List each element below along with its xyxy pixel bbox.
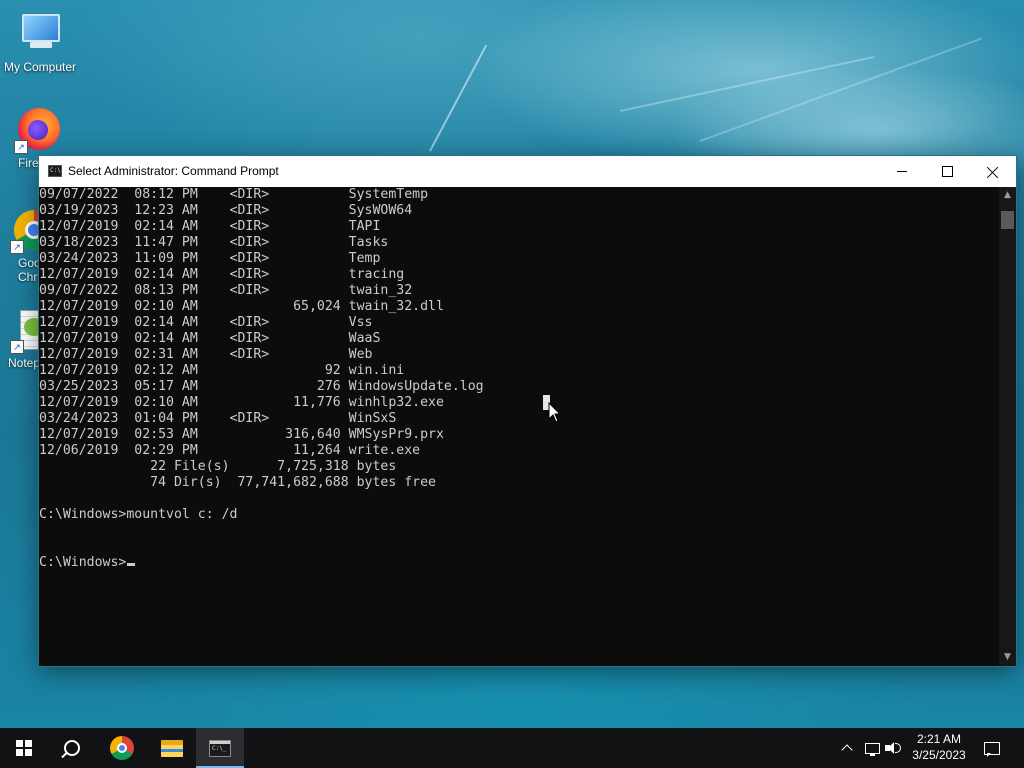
volume-button[interactable] xyxy=(884,728,904,768)
console-line: 12/07/2019 02:10 AM 11,776 winhlp32.exe xyxy=(39,395,444,410)
command-prompt-icon: C:\_ xyxy=(209,739,231,757)
console-output[interactable]: 09/07/2022 08:12 PM <DIR> SystemTemp 03/1… xyxy=(39,187,998,666)
file-explorer-icon xyxy=(161,739,183,757)
console-line: 12/07/2019 02:31 AM <DIR> Web xyxy=(39,347,373,362)
console-line: 12/07/2019 02:10 AM 65,024 twain_32.dll xyxy=(39,299,444,314)
scroll-down-arrow-icon[interactable]: ▼ xyxy=(999,649,1016,666)
console-line: 03/18/2023 11:47 PM <DIR> Tasks xyxy=(39,235,389,250)
console-line: 03/19/2023 12:23 AM <DIR> SysWOW64 xyxy=(39,203,413,218)
console-line: 03/25/2023 05:17 AM 276 WindowsUpdate.lo… xyxy=(39,379,484,394)
console-line: 09/07/2022 08:12 PM <DIR> SystemTemp xyxy=(39,187,429,202)
text-cursor xyxy=(127,563,136,566)
shortcut-arrow-icon: ↗ xyxy=(14,140,28,154)
console-line: 12/07/2019 02:12 AM 92 win.ini xyxy=(39,363,405,378)
taskbar-google-chrome[interactable] xyxy=(98,728,146,768)
shortcut-arrow-icon: ↗ xyxy=(10,240,24,254)
command-prompt-icon[interactable] xyxy=(48,165,62,177)
close-button[interactable] xyxy=(970,156,1016,187)
console-line: 09/07/2022 08:13 PM <DIR> twain_32 xyxy=(39,283,413,298)
clock-time: 2:21 AM xyxy=(916,732,962,746)
console-line: 03/24/2023 11:09 PM <DIR> Temp xyxy=(39,251,381,266)
notifications-button[interactable] xyxy=(978,728,1006,768)
console-line: 12/07/2019 02:14 AM <DIR> WaaS xyxy=(39,331,381,346)
maximize-button[interactable] xyxy=(924,156,970,187)
network-icon xyxy=(864,742,880,756)
close-icon xyxy=(987,166,999,178)
maximize-icon xyxy=(941,166,953,177)
minimize-icon xyxy=(897,171,907,172)
console-line: 12/06/2019 02:29 PM 11,264 write.exe xyxy=(39,443,421,458)
taskbar-file-explorer[interactable] xyxy=(148,728,196,768)
clock-date: 3/25/2023 xyxy=(912,748,966,762)
shortcut-arrow-icon: ↗ xyxy=(10,340,24,354)
google-chrome-icon xyxy=(110,736,134,760)
vertical-scrollbar[interactable]: ▲ ▼ xyxy=(999,187,1016,666)
console-line: 12/07/2019 02:14 AM <DIR> Vss xyxy=(39,315,373,330)
window-titlebar[interactable]: Select Administrator: Command Prompt xyxy=(39,156,1016,187)
console-line: C:\Windows> xyxy=(39,555,998,571)
computer-icon xyxy=(16,10,64,58)
console-line: 03/24/2023 01:04 PM <DIR> WinSxS xyxy=(39,411,397,426)
desktop-icon-label: My Computer xyxy=(3,60,77,74)
console-line: 12/07/2019 02:14 AM <DIR> TAPI xyxy=(39,219,381,234)
console-line: 22 File(s) 7,725,318 bytes xyxy=(39,459,397,474)
taskbar-clock[interactable]: 2:21 AM 3/25/2023 xyxy=(903,728,975,768)
console-line: 12/07/2019 02:14 AM <DIR> tracing xyxy=(39,267,405,282)
start-icon xyxy=(16,740,32,756)
window-title: Select Administrator: Command Prompt xyxy=(68,164,279,178)
search-button[interactable] xyxy=(48,728,96,768)
mouse-pointer-icon xyxy=(548,402,562,423)
taskbar: C:\_ 2:21 AM 3/25/2023 xyxy=(0,728,1024,768)
firefox-icon: ↗ xyxy=(14,106,62,154)
chevron-up-icon xyxy=(841,744,853,756)
wallpaper-streak xyxy=(619,55,875,112)
show-hidden-icons-button[interactable] xyxy=(838,728,856,768)
search-icon xyxy=(64,740,80,756)
console-line: 12/07/2019 02:53 AM 316,640 WMSysPr9.prx xyxy=(39,427,444,442)
scroll-up-arrow-icon[interactable]: ▲ xyxy=(999,187,1016,204)
notifications-icon xyxy=(984,741,1000,757)
scroll-thumb[interactable] xyxy=(1001,211,1014,229)
start-button[interactable] xyxy=(0,728,48,768)
desktop-icon-my-computer[interactable]: My Computer xyxy=(0,10,80,74)
command-prompt-window[interactable]: Select Administrator: Command Prompt 09/… xyxy=(39,156,1016,666)
network-button[interactable] xyxy=(862,728,882,768)
volume-icon xyxy=(885,741,903,755)
wallpaper-streak xyxy=(699,37,983,142)
minimize-button[interactable] xyxy=(879,156,925,187)
console-line: C:\Windows>mountvol c: /d xyxy=(39,507,238,522)
console-line: 74 Dir(s) 77,741,682,688 bytes free xyxy=(39,475,436,490)
wallpaper-streak xyxy=(429,44,488,152)
taskbar-command-prompt[interactable]: C:\_ xyxy=(196,728,244,768)
